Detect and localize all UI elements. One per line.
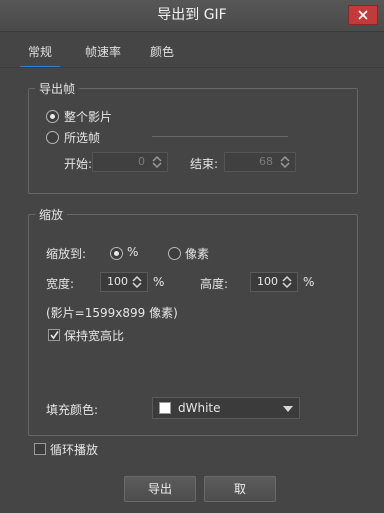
height-unit: % <box>303 275 315 289</box>
export-button[interactable]: 导出 <box>124 476 196 502</box>
stepper-arrows-icon[interactable] <box>129 274 145 290</box>
export-frames-legend: 导出帧 <box>39 82 76 96</box>
height-stepper[interactable]: 100 <box>250 272 298 292</box>
tab-frame-rate[interactable]: 帧速率 <box>85 38 121 66</box>
radio-selected-frames[interactable] <box>46 131 59 144</box>
keep-aspect-checkbox[interactable] <box>48 329 60 341</box>
start-frame-stepper[interactable]: 0 <box>92 152 168 172</box>
start-frame-value: 0 <box>138 155 145 168</box>
selected-frames-label: 所选帧 <box>64 131 101 145</box>
tab-general[interactable]: 常规 <box>20 38 61 68</box>
close-icon <box>358 10 368 20</box>
chevron-down-icon <box>283 406 293 412</box>
close-button[interactable] <box>348 5 378 25</box>
stepper-arrows-icon[interactable] <box>149 154 165 170</box>
stepper-arrows-icon[interactable] <box>277 154 293 170</box>
radio-scale-pixels[interactable] <box>168 247 181 260</box>
end-label: 结束: <box>190 157 219 171</box>
scale-pixels-label: 像素 <box>185 247 210 261</box>
tab-colors[interactable]: 颜色 <box>150 38 174 66</box>
movie-size-info: (影片=1599x899 像素) <box>46 306 178 320</box>
height-value: 100 <box>257 275 278 288</box>
stepper-arrows-icon[interactable] <box>279 274 295 290</box>
end-frame-stepper[interactable]: 68 <box>224 152 296 172</box>
cancel-button[interactable]: 取 <box>204 476 276 502</box>
radio-scale-percent[interactable] <box>110 247 123 260</box>
entire-movie-label: 整个影片 <box>64 110 113 124</box>
scale-percent-label: % <box>127 245 139 259</box>
scale-legend: 缩放 <box>39 208 64 222</box>
keep-aspect-label: 保持宽高比 <box>64 329 125 343</box>
dialog-title: 导出到 GIF <box>157 7 227 23</box>
width-value: 100 <box>107 275 128 288</box>
fill-color-value: dWhite <box>178 401 221 415</box>
loop-label: 循环播放 <box>50 443 99 457</box>
width-label: 宽度: <box>46 277 75 291</box>
fill-color-label: 填充颜色: <box>46 403 99 417</box>
fill-color-select[interactable]: dWhite <box>152 397 300 419</box>
radio-entire-movie[interactable] <box>46 110 59 123</box>
tab-divider <box>0 67 384 68</box>
end-frame-value: 68 <box>259 155 273 168</box>
loop-checkbox[interactable] <box>34 443 46 455</box>
checkmark-icon <box>50 331 59 340</box>
start-label: 开始: <box>64 157 93 171</box>
title-bar: 导出到 GIF <box>0 0 384 32</box>
selected-frames-divider <box>152 136 288 137</box>
fill-color-swatch <box>159 402 171 414</box>
height-label: 高度: <box>200 277 229 291</box>
width-unit: % <box>153 275 165 289</box>
width-stepper[interactable]: 100 <box>100 272 148 292</box>
scale-to-label: 缩放到: <box>46 247 87 261</box>
